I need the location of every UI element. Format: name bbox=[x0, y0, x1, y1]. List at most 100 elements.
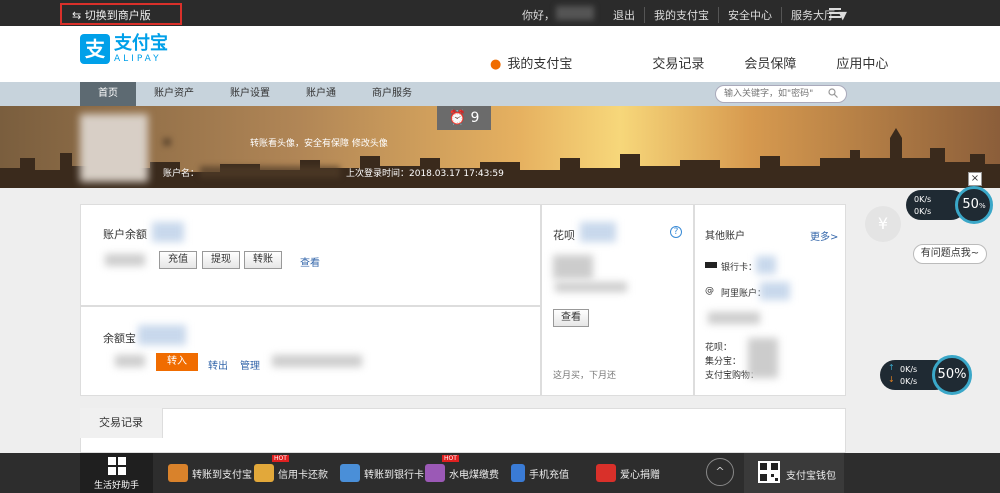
huabei-line: 花呗： bbox=[705, 343, 733, 353]
phone-icon bbox=[511, 464, 525, 482]
heart-icon bbox=[596, 464, 616, 482]
last-login: 上次登录时间：2018.03.17 17:43:59 bbox=[346, 169, 504, 179]
balance-view-link[interactable]: 查看 bbox=[300, 254, 320, 269]
subnav-assets[interactable]: 账户资产 bbox=[136, 82, 212, 106]
balance-detail-blurred bbox=[105, 254, 145, 266]
service-hall-link[interactable]: 服务大厅 ▼ bbox=[781, 7, 856, 23]
recharge-button[interactable]: 充值 bbox=[159, 251, 197, 269]
subnav-settings[interactable]: 账户设置 bbox=[212, 82, 288, 106]
account-name-blurred bbox=[200, 166, 340, 178]
avatar-hint: 转账看头像，安全有保障 修改头像 bbox=[250, 139, 388, 149]
transfer-in-button[interactable]: 转入 bbox=[156, 353, 198, 371]
list-icon[interactable] bbox=[829, 8, 841, 18]
bb-charity[interactable]: 爱心捐赠 bbox=[596, 453, 660, 493]
bank-card-label: 银行卡： bbox=[721, 263, 758, 273]
alarm-clock-icon: ⏰ bbox=[448, 110, 467, 126]
nav-member-protection[interactable]: 会员保障 bbox=[744, 53, 796, 72]
nav-my-alipay[interactable]: ● 我的支付宝 bbox=[490, 53, 612, 72]
my-alipay-link[interactable]: 我的支付宝 bbox=[644, 7, 718, 23]
account-name-label: 账户名： bbox=[163, 169, 200, 179]
top-links: 退出 我的支付宝 安全中心 服务大厅 ▼ bbox=[604, 7, 856, 23]
active-dot-icon: ● bbox=[490, 57, 502, 72]
nav-app-center[interactable]: 应用中心 bbox=[836, 53, 888, 72]
sub-nav: 首页 账户资产 账户设置 账户通 商户服务 bbox=[0, 82, 1000, 106]
other-accounts-title: 其他账户 bbox=[705, 231, 745, 242]
huabei-detail-blurred bbox=[553, 255, 593, 279]
profile-banner: ⏰ 9 转账看头像，安全有保障 修改头像 账户名： 上次登录时间：2018.03… bbox=[0, 106, 1000, 188]
balance-title: 账户余额 bbox=[103, 228, 147, 241]
bottom-bar: 生活好助手 转账到支付宝 信用卡还款 HOT 转账到银行卡 水电煤缴费 HOT … bbox=[0, 453, 1000, 493]
up-arrow-icon: ↑ bbox=[888, 363, 895, 372]
help-button[interactable]: 有问题点我~ bbox=[913, 244, 987, 264]
scroll-up-icon[interactable]: ^ bbox=[706, 458, 734, 486]
progress-ring-1[interactable]: 50% bbox=[955, 186, 993, 224]
qr-code-icon bbox=[758, 461, 780, 483]
yuebao-income-blurred bbox=[272, 355, 362, 367]
avatar[interactable] bbox=[80, 114, 148, 182]
close-icon[interactable]: × bbox=[968, 172, 982, 186]
bb-phone-recharge[interactable]: 手机充值 bbox=[511, 453, 569, 493]
highlight-box bbox=[60, 3, 182, 25]
security-center-link[interactable]: 安全中心 bbox=[718, 7, 781, 23]
subnav-home[interactable]: 首页 bbox=[80, 82, 136, 106]
help-icon[interactable]: ? bbox=[670, 226, 682, 238]
more-link[interactable]: 更多> bbox=[810, 228, 838, 243]
speed1-down: 0K/s bbox=[914, 207, 932, 216]
yuebao-title: 余额宝 bbox=[103, 332, 136, 345]
huabei-footer: 这月买，下月还 bbox=[553, 371, 617, 381]
transfer-icon bbox=[168, 464, 188, 482]
yuebao-detail-blurred bbox=[115, 355, 145, 367]
main-nav: ● 我的支付宝 交易记录 会员保障 应用中心 bbox=[490, 53, 928, 72]
grid-icon bbox=[107, 457, 126, 475]
city-skyline-image bbox=[0, 128, 1000, 188]
search-icon[interactable] bbox=[828, 88, 838, 98]
ali-account-detail-blurred bbox=[708, 312, 760, 324]
bank-card-blurred bbox=[756, 256, 776, 274]
wallet-label: 支付宝钱包 bbox=[786, 471, 836, 482]
credit-card-icon bbox=[254, 464, 274, 482]
tab-transactions[interactable]: 交易记录 bbox=[80, 408, 163, 438]
logout-link[interactable]: 退出 bbox=[604, 7, 644, 23]
bb-utilities[interactable]: 水电煤缴费 bbox=[425, 453, 499, 493]
utilities-icon bbox=[425, 464, 445, 482]
bb-transfer-alipay[interactable]: 转账到支付宝 bbox=[168, 453, 252, 493]
subnav-merchant[interactable]: 商户服务 bbox=[354, 82, 430, 106]
huabei-detail2-blurred bbox=[555, 282, 627, 292]
alarm-badge[interactable]: ⏰ 9 bbox=[437, 106, 491, 130]
ali-logo-icon: @ bbox=[705, 286, 714, 296]
yen-icon[interactable]: ¥ bbox=[865, 206, 901, 242]
bb-transfer-bank[interactable]: 转账到银行卡 bbox=[340, 453, 424, 493]
logo-text-cn: 支付宝 bbox=[114, 33, 168, 54]
transfer-button[interactable]: 转账 bbox=[244, 251, 282, 269]
progress-ring-2[interactable]: 50% bbox=[932, 355, 972, 395]
life-assistant-button[interactable]: 生活好助手 bbox=[80, 453, 153, 493]
nav-transactions[interactable]: 交易记录 bbox=[652, 53, 704, 72]
jifenbao-line: 集分宝： bbox=[705, 357, 742, 367]
huabei-title: 花呗 bbox=[553, 229, 575, 242]
bb-credit-card[interactable]: 信用卡还款 bbox=[254, 453, 328, 493]
alipay-logo[interactable]: 支 支付宝 ALIPAY bbox=[80, 34, 168, 64]
down-arrow-icon: ↓ bbox=[888, 375, 895, 384]
alipay-wallet-button[interactable]: 支付宝钱包 bbox=[744, 453, 844, 493]
top-bar: ⇆ 切换到商户版 你好， 退出 我的支付宝 安全中心 服务大厅 ▼ bbox=[0, 0, 1000, 26]
hot-badge: HOT bbox=[272, 455, 289, 462]
other-values-blurred bbox=[748, 338, 778, 378]
withdraw-button[interactable]: 提现 bbox=[202, 251, 240, 269]
manage-link[interactable]: 管理 bbox=[240, 357, 260, 372]
balance-amount-blurred bbox=[152, 222, 184, 242]
transactions-card bbox=[80, 408, 846, 453]
speed1-up: 0K/s bbox=[914, 195, 932, 204]
speed2-up: 0K/s bbox=[900, 365, 918, 374]
yuebao-amount-blurred bbox=[138, 325, 186, 345]
transfer-out-link[interactable]: 转出 bbox=[208, 357, 228, 372]
hot-badge-2: HOT bbox=[442, 455, 459, 462]
huabei-view-button[interactable]: 查看 bbox=[553, 309, 589, 327]
alipay-logo-icon: 支 bbox=[80, 34, 110, 64]
speed2-down: 0K/s bbox=[900, 377, 918, 386]
subnav-account-pass[interactable]: 账户通 bbox=[288, 82, 354, 106]
bank-transfer-icon bbox=[340, 464, 360, 482]
huabei-amount-blurred bbox=[580, 222, 616, 242]
life-assistant-label: 生活好助手 bbox=[93, 481, 139, 491]
greeting: 你好， bbox=[522, 9, 555, 22]
yuebao-card bbox=[80, 306, 541, 396]
